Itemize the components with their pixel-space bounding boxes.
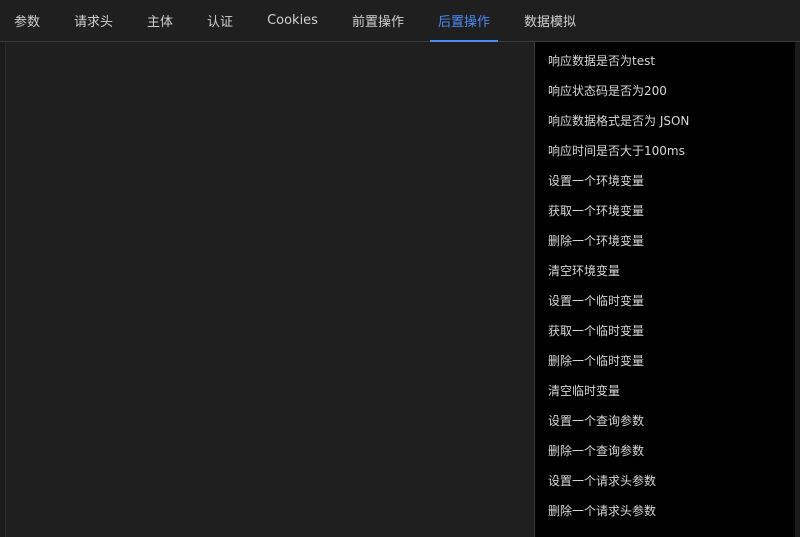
snippet-item[interactable]: 设置一个环境变量 bbox=[535, 166, 795, 196]
snippet-item[interactable]: 删除一个环境变量 bbox=[535, 226, 795, 256]
tab-params[interactable]: 参数 bbox=[14, 0, 40, 42]
window-edge bbox=[795, 42, 800, 537]
tab-body[interactable]: 主体 bbox=[147, 0, 173, 42]
snippet-panel: 响应数据是否为test 响应状态码是否为200 响应数据格式是否为 JSON 响… bbox=[534, 42, 795, 537]
tab-auth[interactable]: 认证 bbox=[207, 0, 233, 42]
snippet-item[interactable]: 设置一个临时变量 bbox=[535, 286, 795, 316]
snippet-item[interactable]: 设置一个查询参数 bbox=[535, 406, 795, 436]
snippet-item[interactable]: 删除一个请求头参数 bbox=[535, 496, 795, 526]
snippet-item[interactable]: 响应数据是否为test bbox=[535, 46, 795, 76]
snippet-item[interactable]: 响应时间是否大于100ms bbox=[535, 136, 795, 166]
tab-headers[interactable]: 请求头 bbox=[74, 0, 113, 42]
snippet-item[interactable]: 获取一个临时变量 bbox=[535, 316, 795, 346]
tab-post-request[interactable]: 后置操作 bbox=[429, 0, 499, 42]
snippet-item[interactable]: 清空环境变量 bbox=[535, 256, 795, 286]
snippet-item[interactable]: 响应状态码是否为200 bbox=[535, 76, 795, 106]
script-editor[interactable] bbox=[5, 42, 534, 537]
snippet-item[interactable]: 获取一个环境变量 bbox=[535, 196, 795, 226]
snippet-item[interactable]: 删除一个查询参数 bbox=[535, 436, 795, 466]
tab-pre-request[interactable]: 前置操作 bbox=[352, 0, 404, 42]
snippet-item[interactable]: 设置一个请求头参数 bbox=[535, 466, 795, 496]
tab-mock-data[interactable]: 数据模拟 bbox=[524, 0, 576, 42]
tab-bar: 参数 请求头 主体 认证 Cookies 前置操作 后置操作 数据模拟 bbox=[0, 0, 800, 42]
app-window: 参数 请求头 主体 认证 Cookies 前置操作 后置操作 数据模拟 响应数据… bbox=[0, 0, 800, 537]
snippet-item[interactable]: 响应数据格式是否为 JSON bbox=[535, 106, 795, 136]
snippet-item[interactable]: 清空临时变量 bbox=[535, 376, 795, 406]
tab-cookies[interactable]: Cookies bbox=[267, 0, 318, 42]
snippet-item[interactable]: 删除一个临时变量 bbox=[535, 346, 795, 376]
